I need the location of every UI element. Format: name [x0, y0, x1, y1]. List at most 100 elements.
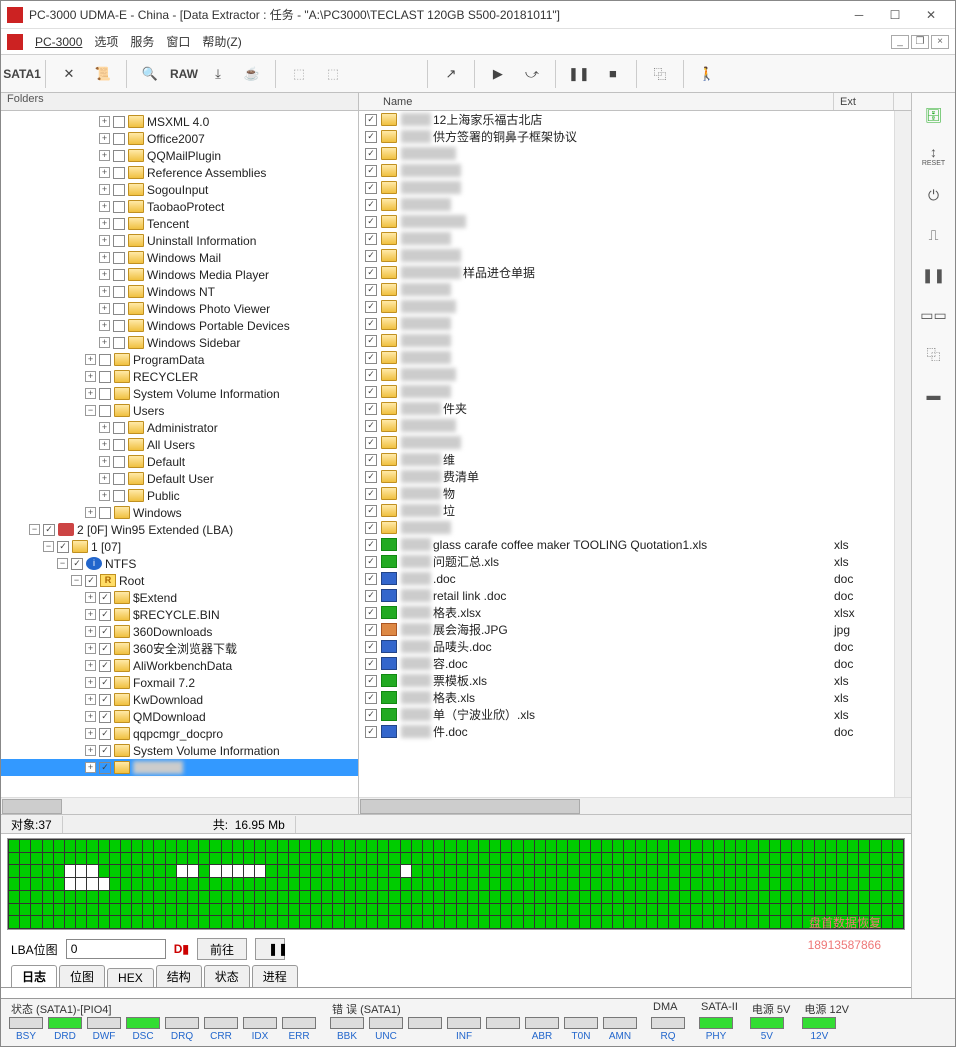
tree-toggle-icon[interactable]: +	[85, 354, 96, 365]
list-checkbox[interactable]	[365, 556, 377, 568]
tab-日志[interactable]: 日志	[11, 965, 57, 987]
list-row[interactable]: 容.doc doc	[359, 655, 894, 672]
tree-toggle-icon[interactable]: +	[99, 490, 110, 501]
list-checkbox[interactable]	[365, 641, 377, 653]
tree-toggle-icon[interactable]: +	[99, 269, 110, 280]
list-row[interactable]: 品唛头.doc doc	[359, 638, 894, 655]
tree-row[interactable]: +Reference Assemblies	[1, 164, 358, 181]
tree-checkbox[interactable]	[113, 218, 125, 230]
raw-button[interactable]: RAW	[169, 59, 199, 89]
tree-toggle-icon[interactable]: +	[99, 218, 110, 229]
tree-row[interactable]: +Windows Media Player	[1, 266, 358, 283]
tree-checkbox[interactable]	[113, 303, 125, 315]
list-checkbox[interactable]	[365, 709, 377, 721]
tree-checkbox[interactable]	[113, 422, 125, 434]
tree-row[interactable]: +MSXML 4.0	[1, 113, 358, 130]
list-row[interactable]	[359, 383, 894, 400]
tree-checkbox[interactable]	[99, 626, 111, 638]
tree-toggle-icon[interactable]: +	[85, 677, 96, 688]
export-icon[interactable]: ↗	[436, 59, 466, 89]
minimize-button[interactable]: ─	[841, 3, 877, 27]
tree-row[interactable]: +ProgramData	[1, 351, 358, 368]
list-checkbox[interactable]	[365, 114, 377, 126]
list-row[interactable]	[359, 315, 894, 332]
tree-checkbox[interactable]	[113, 133, 125, 145]
list-row[interactable]	[359, 519, 894, 536]
tree-row[interactable]: +Default User	[1, 470, 358, 487]
tree-toggle-icon[interactable]: +	[85, 728, 96, 739]
tree-checkbox[interactable]	[99, 371, 111, 383]
stack-icon[interactable]: ⿻	[918, 339, 950, 371]
menu-service[interactable]: 服务	[130, 33, 154, 50]
tree-row[interactable]: +Public	[1, 487, 358, 504]
tree-row[interactable]: +SogouInput	[1, 181, 358, 198]
tree-row[interactable]: +	[1, 759, 358, 776]
binoculars-icon[interactable]: 🔍	[135, 59, 165, 89]
tree-row[interactable]: +Tencent	[1, 215, 358, 232]
tree-toggle-icon[interactable]: +	[99, 473, 110, 484]
list-row[interactable]: 物	[359, 485, 894, 502]
list-checkbox[interactable]	[365, 386, 377, 398]
tree-toggle-icon[interactable]: +	[85, 711, 96, 722]
tree-checkbox[interactable]	[113, 235, 125, 247]
tree-row[interactable]: +Administrator	[1, 419, 358, 436]
tree-checkbox[interactable]	[113, 490, 125, 502]
list-checkbox[interactable]	[365, 284, 377, 296]
sata-button[interactable]: SATA1	[7, 59, 37, 89]
list-checkbox[interactable]	[365, 182, 377, 194]
list-row[interactable]	[359, 230, 894, 247]
power-icon[interactable]: ⏻	[918, 179, 950, 211]
file-list[interactable]: 12上海家乐福古北店 供方签署的铜鼻子框架协议	[359, 111, 894, 797]
list-vscrollbar[interactable]	[894, 111, 911, 797]
tab-结构[interactable]: 结构	[156, 965, 202, 987]
tree-checkbox[interactable]	[99, 405, 111, 417]
list-row[interactable]: 展会海报.JPG jpg	[359, 621, 894, 638]
list-row[interactable]	[359, 145, 894, 162]
tree-row[interactable]: −2 [0F] Win95 Extended (LBA)	[1, 521, 358, 538]
lba-pause-button[interactable]: ❚❚	[255, 938, 285, 960]
list-checkbox[interactable]	[365, 624, 377, 636]
chip-icon[interactable]: ▬	[918, 379, 950, 411]
tree-row[interactable]: −RRoot	[1, 572, 358, 589]
tree-checkbox[interactable]	[99, 711, 111, 723]
tree-checkbox[interactable]	[85, 575, 97, 587]
tree-toggle-icon[interactable]: −	[43, 541, 54, 552]
vpause-icon[interactable]: ❚❚	[918, 259, 950, 291]
tree-row[interactable]: +System Volume Information	[1, 742, 358, 759]
list-checkbox[interactable]	[365, 488, 377, 500]
tree-toggle-icon[interactable]: +	[99, 286, 110, 297]
tree-toggle-icon[interactable]: +	[99, 133, 110, 144]
tree-checkbox[interactable]	[113, 116, 125, 128]
mdi-close[interactable]: ×	[931, 35, 949, 49]
tree-checkbox[interactable]	[113, 286, 125, 298]
list-row[interactable]: .doc doc	[359, 570, 894, 587]
list-row[interactable]: 件.doc doc	[359, 723, 894, 740]
tree-row[interactable]: +All Users	[1, 436, 358, 453]
list-row[interactable]: 12上海家乐福古北店	[359, 111, 894, 128]
tree-row[interactable]: +360Downloads	[1, 623, 358, 640]
tree-toggle-icon[interactable]: +	[99, 201, 110, 212]
maximize-button[interactable]: ☐	[877, 3, 913, 27]
tree-row[interactable]: +$Extend	[1, 589, 358, 606]
tree-row[interactable]: +KwDownload	[1, 691, 358, 708]
list-row[interactable]	[359, 417, 894, 434]
tree-checkbox[interactable]	[71, 558, 83, 570]
tree-checkbox[interactable]	[113, 473, 125, 485]
tree-toggle-icon[interactable]: +	[99, 167, 110, 178]
tree-row[interactable]: +System Volume Information	[1, 385, 358, 402]
list-row[interactable]: retail link .doc doc	[359, 587, 894, 604]
list-row[interactable]	[359, 247, 894, 264]
copy-icon[interactable]: ⿻	[645, 59, 675, 89]
list-row[interactable]	[359, 332, 894, 349]
tree-row[interactable]: +Default	[1, 453, 358, 470]
list-checkbox[interactable]	[365, 403, 377, 415]
tree-checkbox[interactable]	[113, 252, 125, 264]
tree-checkbox[interactable]	[57, 541, 69, 553]
tree-toggle-icon[interactable]: +	[85, 592, 96, 603]
tree-checkbox[interactable]	[113, 184, 125, 196]
folder-tree[interactable]: +MSXML 4.0+Office2007+QQMailPlugin+Refer…	[1, 111, 358, 797]
list-row[interactable]	[359, 298, 894, 315]
list-checkbox[interactable]	[365, 199, 377, 211]
tree-row[interactable]: +RECYCLER	[1, 368, 358, 385]
tools-icon[interactable]: ✕	[54, 59, 84, 89]
